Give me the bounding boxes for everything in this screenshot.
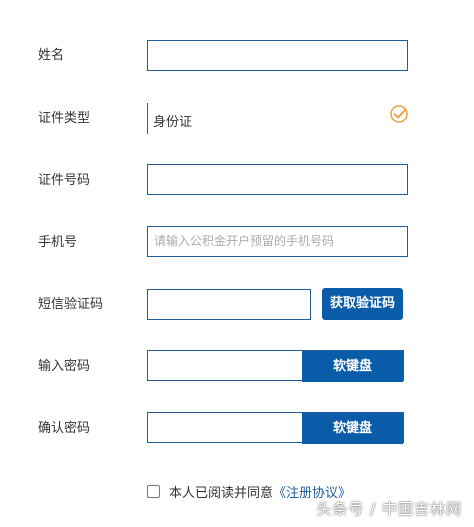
- name-input[interactable]: [147, 40, 408, 71]
- id-number-label: 证件号码: [38, 173, 91, 188]
- sms-code-input[interactable]: [147, 289, 311, 320]
- id-type-label: 证件类型: [38, 111, 91, 126]
- check-circle-icon: [390, 105, 408, 123]
- confirm-password-label: 确认密码: [38, 421, 91, 436]
- name-label: 姓名: [38, 48, 65, 63]
- phone-input[interactable]: 请输入公积金开户预留的手机号码: [147, 226, 408, 257]
- confirm-password-input[interactable]: 软键盘: [147, 412, 404, 444]
- id-number-input[interactable]: [147, 164, 408, 195]
- agree-text: 本人已阅读并同意: [169, 485, 274, 501]
- password-input[interactable]: 软键盘: [147, 350, 404, 382]
- get-sms-code-button[interactable]: 获取验证码: [322, 288, 403, 320]
- agree-checkbox[interactable]: [147, 484, 160, 498]
- id-type-value: 身份证: [153, 115, 193, 130]
- password-label: 输入密码: [38, 359, 91, 374]
- agreement-row: 本人已阅读并同意 《注册协议》: [147, 483, 351, 501]
- sms-code-label: 短信验证码: [38, 297, 104, 312]
- soft-keyboard-button[interactable]: 软键盘: [302, 351, 403, 382]
- watermark: 头条号 / 中国吉林网: [316, 500, 462, 518]
- soft-keyboard-button-confirm[interactable]: 软键盘: [302, 413, 403, 444]
- phone-label: 手机号: [38, 235, 78, 250]
- id-type-select[interactable]: 身份证: [147, 103, 409, 134]
